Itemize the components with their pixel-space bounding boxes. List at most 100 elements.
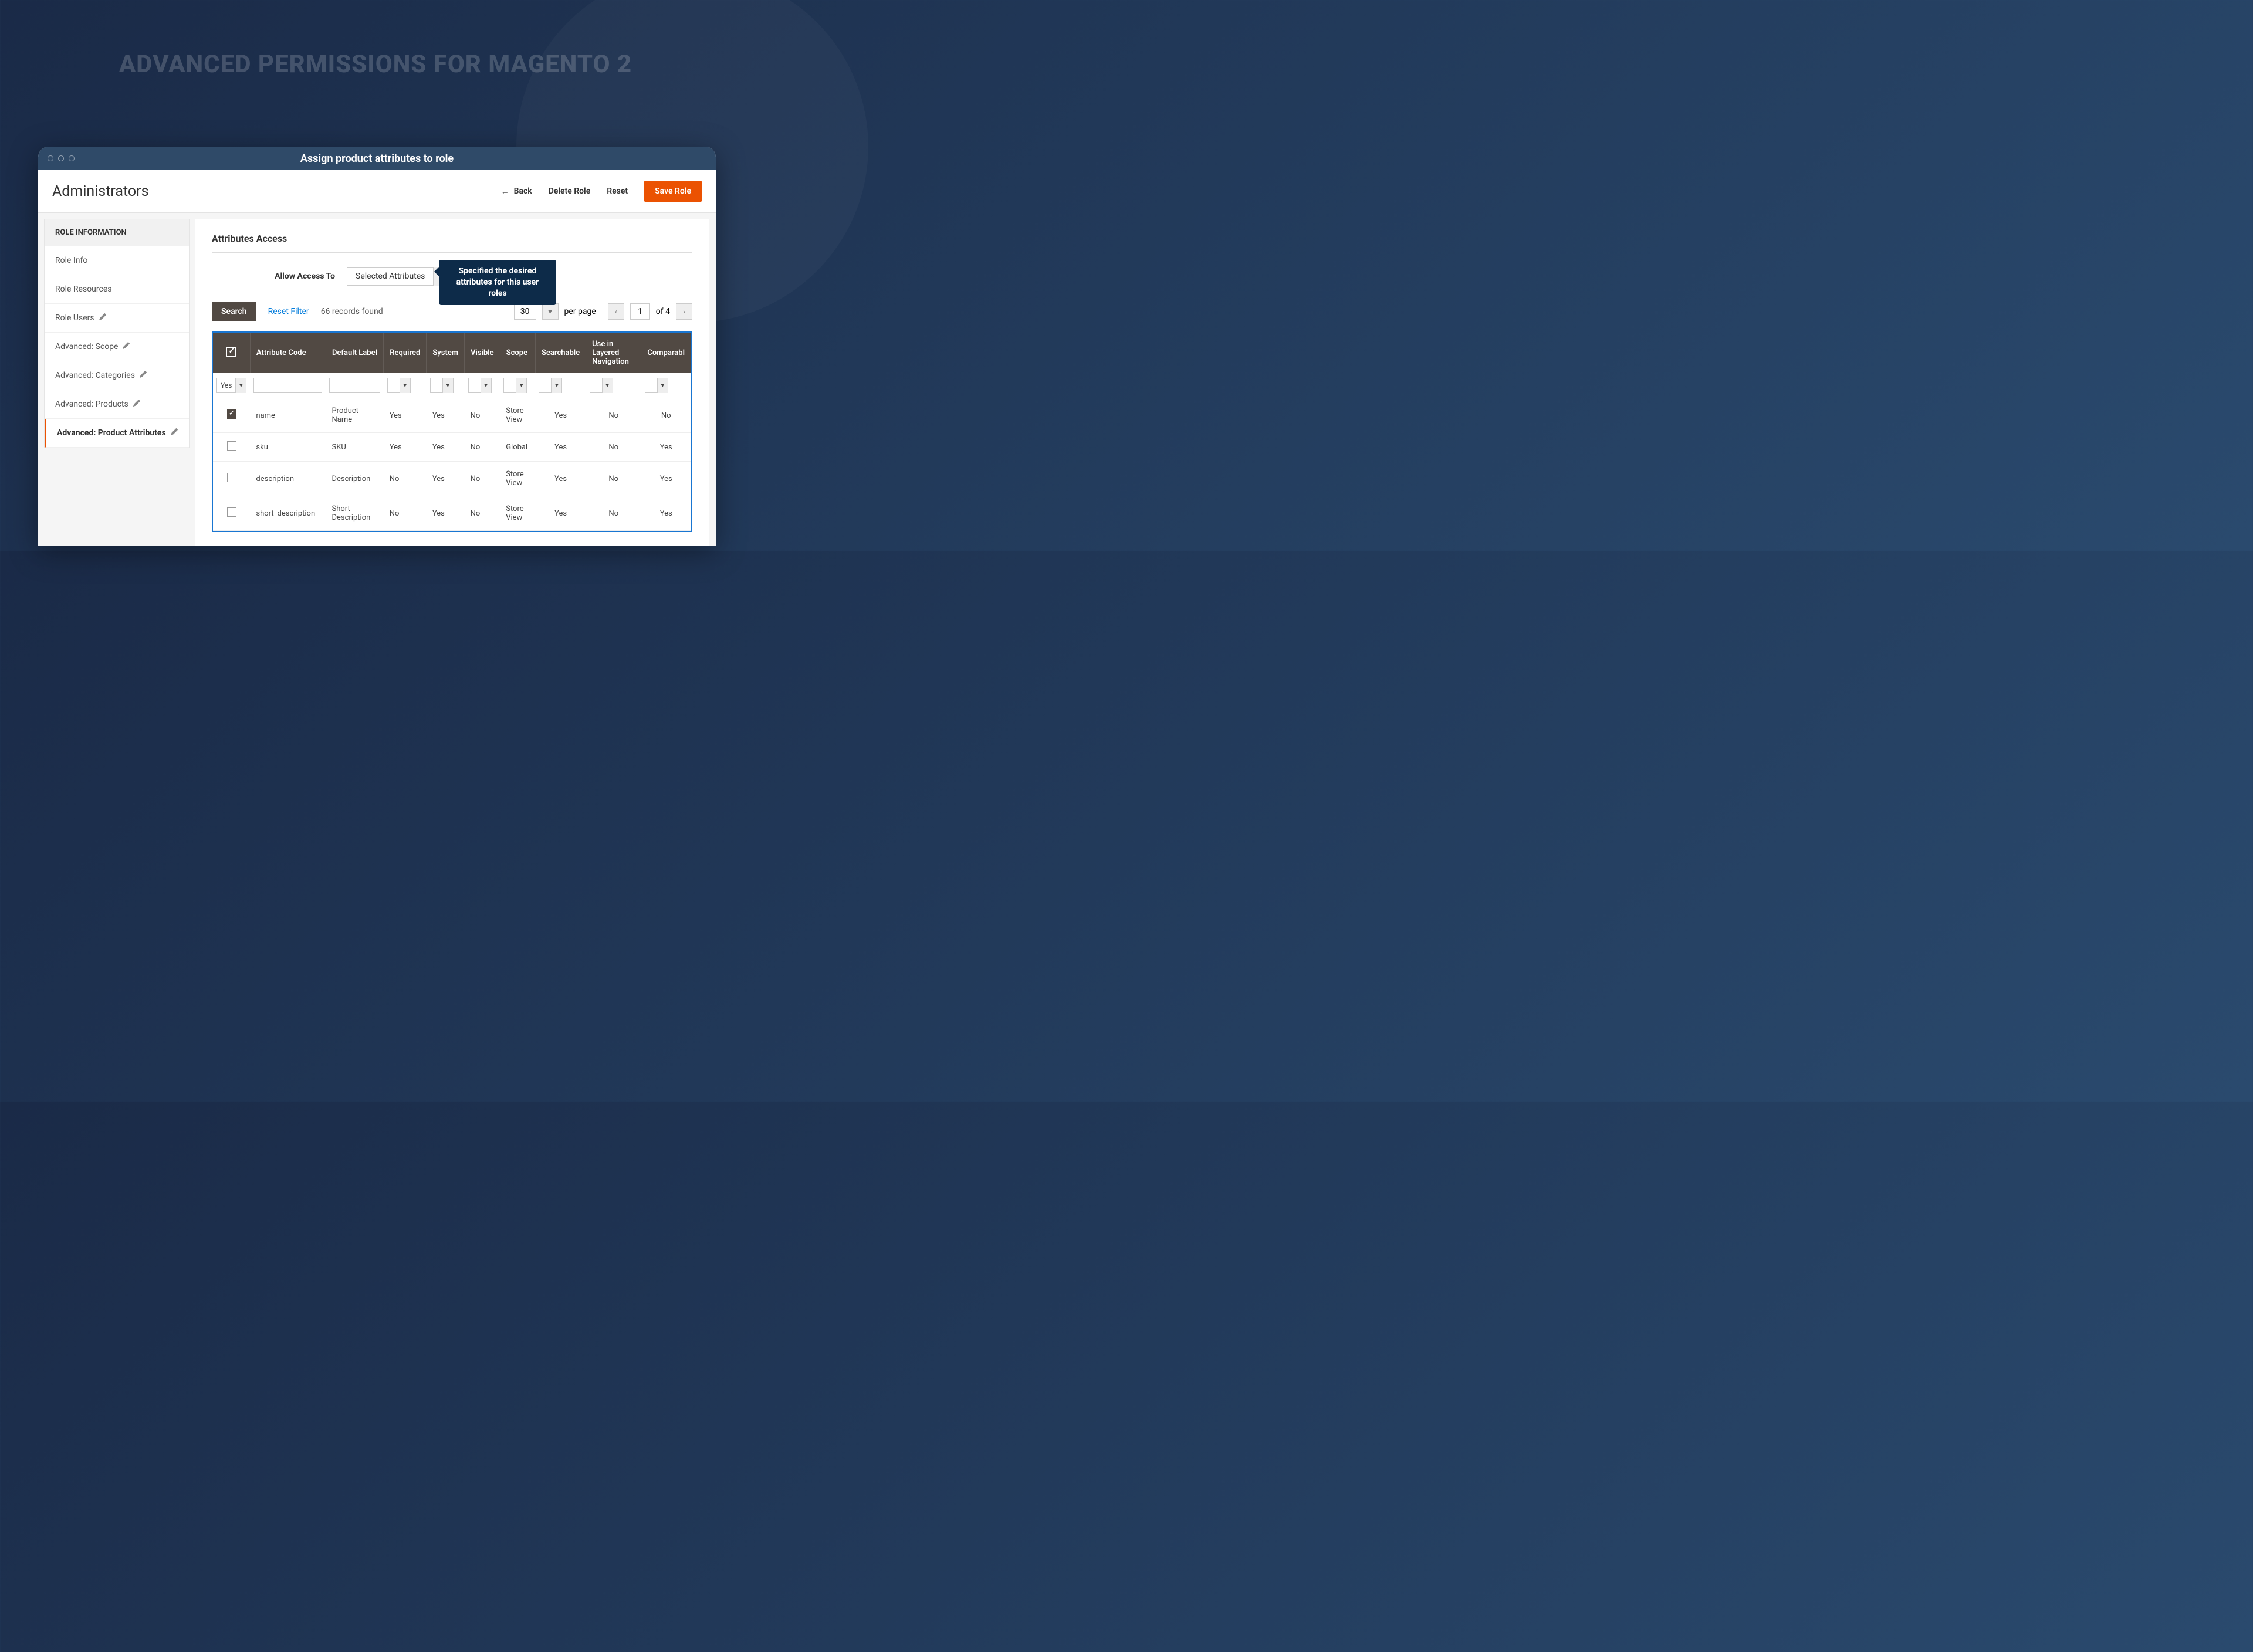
search-button[interactable]: Search bbox=[212, 302, 256, 321]
access-label: Allow Access To bbox=[212, 272, 347, 281]
filter-select[interactable]: ▼ bbox=[387, 378, 411, 393]
col-header-3[interactable]: Required bbox=[384, 333, 427, 373]
save-role-button[interactable]: Save Role bbox=[644, 181, 702, 202]
filter-select[interactable]: ▼ bbox=[590, 378, 613, 393]
cell: No bbox=[586, 398, 641, 433]
main-panel: Attributes Access Allow Access To Select… bbox=[195, 219, 709, 546]
sidebar-item-4[interactable]: Advanced: Categories bbox=[45, 361, 189, 390]
pencil-icon bbox=[123, 342, 130, 351]
window-dot-max[interactable] bbox=[69, 155, 75, 161]
cell: No bbox=[465, 496, 500, 531]
sidebar-heading: ROLE INFORMATION bbox=[45, 219, 189, 246]
filter-cell-6: ▼ bbox=[500, 373, 535, 398]
reset-button[interactable]: Reset bbox=[607, 187, 628, 196]
select-all-checkbox[interactable] bbox=[226, 347, 236, 357]
chevron-down-icon[interactable]: ▼ bbox=[542, 303, 559, 320]
filter-row: Yes▼ ▼ ▼ ▼ ▼ ▼ ▼ ▼ bbox=[213, 373, 691, 398]
filter-cell-3: ▼ bbox=[384, 373, 427, 398]
col-header-6[interactable]: Scope bbox=[500, 333, 535, 373]
sidebar-item-6[interactable]: Advanced: Product Attributes bbox=[45, 419, 189, 448]
reset-filter-link[interactable]: Reset Filter bbox=[268, 307, 309, 316]
records-count: 66 records found bbox=[321, 307, 383, 316]
cell bbox=[213, 433, 250, 462]
row-checkbox[interactable] bbox=[227, 507, 236, 517]
table-row[interactable]: skuSKUYesYesNoGlobalYesNoYes bbox=[213, 433, 691, 462]
page-size-value[interactable]: 30 bbox=[514, 303, 536, 320]
col-header-2[interactable]: Default Label bbox=[326, 333, 383, 373]
section-title: Attributes Access bbox=[212, 233, 692, 253]
window-dot-close[interactable] bbox=[48, 155, 53, 161]
sidebar-item-2[interactable]: Role Users bbox=[45, 304, 189, 333]
filter-select[interactable]: ▼ bbox=[503, 378, 527, 393]
cell: Yes bbox=[384, 398, 427, 433]
window-dot-min[interactable] bbox=[58, 155, 64, 161]
table-row[interactable]: short_descriptionShort DescriptionNoYesN… bbox=[213, 496, 691, 531]
content-header: Administrators ← Back Delete Role Reset … bbox=[38, 170, 716, 213]
cell: Yes bbox=[535, 496, 586, 531]
col-header-9[interactable]: Comparabl bbox=[641, 333, 691, 373]
cell: Yes bbox=[641, 462, 691, 496]
filter-text-input[interactable] bbox=[329, 378, 380, 393]
next-page-button[interactable]: › bbox=[676, 303, 692, 320]
sidebar-item-label: Role Users bbox=[55, 313, 94, 323]
cell: No bbox=[465, 462, 500, 496]
table-row[interactable]: nameProduct NameYesYesNoStore ViewYesNoN… bbox=[213, 398, 691, 433]
cell: Product Name bbox=[326, 398, 383, 433]
page-title: Administrators bbox=[52, 183, 501, 200]
content-body: ROLE INFORMATION Role Info Role Resources… bbox=[38, 213, 716, 546]
col-header-5[interactable]: Visible bbox=[465, 333, 500, 373]
cell: No bbox=[465, 433, 500, 462]
col-header-7[interactable]: Searchable bbox=[535, 333, 586, 373]
filter-cell-0: Yes▼ bbox=[213, 373, 250, 398]
chevron-down-icon: ▼ bbox=[442, 378, 453, 393]
allow-access-select[interactable]: Selected Attributes ▼ bbox=[347, 267, 448, 286]
delete-role-button[interactable]: Delete Role bbox=[549, 187, 591, 196]
chevron-down-icon: ▼ bbox=[400, 378, 410, 393]
col-header-0[interactable] bbox=[213, 333, 250, 373]
col-header-1[interactable]: Attribute Code bbox=[250, 333, 326, 373]
filter-cell-4: ▼ bbox=[427, 373, 465, 398]
back-button[interactable]: ← Back bbox=[501, 187, 532, 197]
sidebar-item-label: Advanced: Products bbox=[55, 400, 128, 409]
filter-text-input[interactable] bbox=[253, 378, 322, 393]
filter-select[interactable]: ▼ bbox=[430, 378, 454, 393]
per-page-label: per page bbox=[564, 307, 596, 316]
col-header-4[interactable]: System bbox=[427, 333, 465, 373]
sidebar-item-label: Role Resources bbox=[55, 285, 111, 294]
window-titlebar: Assign product attributes to role bbox=[38, 147, 716, 170]
cell: Yes bbox=[641, 496, 691, 531]
sidebar-item-1[interactable]: Role Resources bbox=[45, 275, 189, 304]
sidebar-item-5[interactable]: Advanced: Products bbox=[45, 390, 189, 419]
cell bbox=[213, 398, 250, 433]
sidebar-item-label: Advanced: Categories bbox=[55, 371, 135, 380]
sidebar-item-3[interactable]: Advanced: Scope bbox=[45, 333, 189, 361]
col-header-8[interactable]: Use in Layered Navigation bbox=[586, 333, 641, 373]
prev-page-button[interactable]: ‹ bbox=[608, 303, 624, 320]
row-checkbox[interactable] bbox=[227, 409, 236, 419]
cell: No bbox=[586, 433, 641, 462]
filter-cell-5: ▼ bbox=[465, 373, 500, 398]
row-checkbox[interactable] bbox=[227, 473, 236, 482]
cell: Description bbox=[326, 462, 383, 496]
filter-cell-7: ▼ bbox=[535, 373, 586, 398]
cell: Yes bbox=[427, 398, 465, 433]
header-actions: ← Back Delete Role Reset Save Role bbox=[501, 181, 702, 202]
filter-select[interactable]: ▼ bbox=[468, 378, 492, 393]
select-value: Selected Attributes bbox=[347, 272, 433, 281]
row-checkbox[interactable] bbox=[227, 441, 236, 451]
page-size-control: 30 ▼ per page bbox=[514, 303, 596, 320]
table-row[interactable]: descriptionDescriptionNoYesNoStore ViewY… bbox=[213, 462, 691, 496]
cell: Global bbox=[500, 433, 535, 462]
pencil-icon bbox=[171, 428, 178, 438]
filter-select[interactable]: ▼ bbox=[539, 378, 562, 393]
cell: Yes bbox=[427, 496, 465, 531]
filter-checked-select[interactable]: Yes▼ bbox=[216, 378, 246, 393]
pagination: ‹ 1 of 4 › bbox=[608, 303, 692, 320]
window-title: Assign product attributes to role bbox=[300, 153, 454, 165]
current-page-input[interactable]: 1 bbox=[630, 303, 650, 320]
window-controls bbox=[48, 155, 75, 161]
attributes-table: Attribute CodeDefault LabelRequiredSyste… bbox=[213, 333, 691, 531]
sidebar-item-0[interactable]: Role Info bbox=[45, 246, 189, 275]
cell bbox=[213, 496, 250, 531]
filter-select[interactable]: ▼ bbox=[645, 378, 668, 393]
